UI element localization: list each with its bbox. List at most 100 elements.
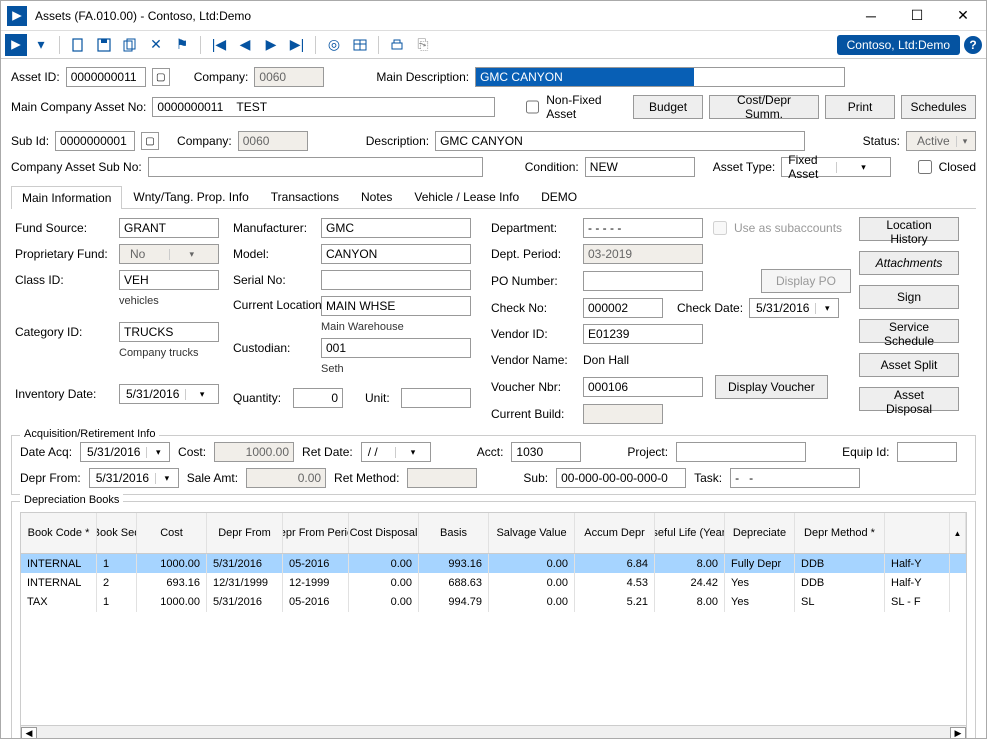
run-dropdown[interactable]: ▾ (29, 34, 53, 56)
new-icon[interactable] (66, 34, 90, 56)
target-icon[interactable]: ◎ (322, 34, 346, 56)
help-icon[interactable]: ? (964, 36, 982, 54)
prop-fund-select[interactable]: No▾ (119, 244, 219, 264)
depr-from-input[interactable]: 5/31/2016▾ (89, 468, 179, 488)
tab-demo[interactable]: DEMO (530, 185, 588, 208)
model-input[interactable] (321, 244, 471, 264)
delete-icon[interactable]: ✕ (144, 34, 168, 56)
table-row[interactable]: TAX11000.005/31/201605-20160.00994.790.0… (21, 592, 966, 611)
budget-button[interactable]: Budget (633, 95, 703, 119)
col-depr-from[interactable]: Depr From (207, 513, 283, 553)
location-history-button[interactable]: Location History (859, 217, 959, 241)
save-icon[interactable] (92, 34, 116, 56)
col-depr-method[interactable]: Depr Method * (795, 513, 885, 553)
dept-period-input (583, 244, 703, 264)
attachments-button[interactable]: Attachments (859, 251, 959, 275)
scroll-left-icon[interactable]: ◀ (21, 727, 37, 738)
closed-checkbox[interactable]: Closed (914, 157, 976, 177)
project-input[interactable] (676, 442, 806, 462)
task-input[interactable] (730, 468, 860, 488)
table-row[interactable]: INTERNAL11000.005/31/201605-20160.00993.… (21, 554, 966, 573)
asset-split-button[interactable]: Asset Split (859, 353, 959, 377)
tab-vehicle-lease[interactable]: Vehicle / Lease Info (403, 185, 530, 208)
date-acq-input[interactable]: 5/31/2016▾ (80, 442, 170, 462)
current-location-input[interactable] (321, 296, 471, 316)
asset-id-input[interactable] (66, 67, 146, 87)
col-depreciate[interactable]: Depreciate (725, 513, 795, 553)
tab-transactions[interactable]: Transactions (260, 185, 350, 208)
col-basis[interactable]: Basis (419, 513, 489, 553)
last-record-icon[interactable]: ▶| (285, 34, 309, 56)
maximize-button[interactable]: ☐ (894, 1, 940, 30)
sub-desc-input[interactable] (435, 131, 805, 151)
sub-acct-input[interactable] (556, 468, 686, 488)
col-depr-from-period[interactable]: Depr From Period (283, 513, 349, 553)
quantity-input[interactable] (293, 388, 343, 408)
acct-input[interactable] (511, 442, 581, 462)
cell-book_seq: 2 (97, 573, 137, 593)
run-button[interactable] (5, 34, 27, 56)
category-id-input[interactable] (119, 322, 219, 342)
display-voucher-button[interactable]: Display Voucher (715, 375, 828, 399)
grid-hscroll[interactable]: ◀ ▶ (21, 725, 966, 738)
grid-body[interactable]: INTERNAL11000.005/31/201605-20160.00993.… (21, 554, 966, 725)
grid-icon[interactable] (348, 34, 372, 56)
class-id-input[interactable] (119, 270, 219, 290)
cost-depr-summ-button[interactable]: Cost/Depr Summ. (709, 95, 819, 119)
col-salvage[interactable]: Salvage Value (489, 513, 575, 553)
sub-id-input[interactable] (55, 131, 135, 151)
department-input[interactable] (583, 218, 703, 238)
copy-icon[interactable] (118, 34, 142, 56)
flag-icon[interactable]: ⚑ (170, 34, 194, 56)
inventory-date-input[interactable]: 5/31/2016▾ (119, 384, 219, 404)
tab-notes[interactable]: Notes (350, 185, 403, 208)
scroll-right-icon[interactable]: ▶ (950, 727, 966, 738)
first-record-icon[interactable]: |◀ (207, 34, 231, 56)
unit-input[interactable] (401, 388, 471, 408)
print-icon[interactable] (385, 34, 409, 56)
condition-input[interactable] (585, 157, 695, 177)
company-pill[interactable]: Contoso, Ltd:Demo (837, 35, 960, 55)
custodian-input[interactable] (321, 338, 471, 358)
sign-button[interactable]: Sign (859, 285, 959, 309)
tab-main-information[interactable]: Main Information (11, 186, 122, 209)
col-book-code[interactable]: Book Code * (21, 513, 97, 553)
asset-disposal-button[interactable]: Asset Disposal (859, 387, 959, 411)
check-date-input[interactable]: 5/31/2016▾ (749, 298, 839, 318)
serial-input[interactable] (321, 270, 471, 290)
export-icon[interactable]: ⎘ (411, 34, 435, 56)
col-cost-disposal[interactable]: Cost Disposal (349, 513, 419, 553)
fund-source-input[interactable] (119, 218, 219, 238)
col-book-seq[interactable]: Book Seq (97, 513, 137, 553)
col-extra[interactable] (885, 513, 950, 553)
table-row[interactable]: INTERNAL2693.1612/31/199912-19990.00688.… (21, 573, 966, 592)
service-schedule-button[interactable]: Service Schedule (859, 319, 959, 343)
col-cost[interactable]: Cost (137, 513, 207, 553)
voucher-nbr-input[interactable] (583, 377, 703, 397)
schedules-button[interactable]: Schedules (901, 95, 976, 119)
manufacturer-input[interactable] (321, 218, 471, 238)
main-co-asset-input[interactable] (152, 97, 494, 117)
grid-vscroll[interactable]: ▲ (950, 513, 966, 553)
close-button[interactable]: ✕ (940, 1, 986, 30)
tab-wnty-tang[interactable]: Wnty/Tang. Prop. Info (122, 185, 259, 208)
asset-type-select[interactable]: Fixed Asset▾ (781, 157, 891, 177)
prev-record-icon[interactable]: ◀ (233, 34, 257, 56)
col-accum[interactable]: Accum Depr (575, 513, 655, 553)
ret-date-input[interactable]: / /▾ (361, 442, 431, 462)
asset-id-lookup-icon[interactable]: ▢ (152, 68, 170, 86)
company-input (254, 67, 324, 87)
vendor-id-input[interactable] (583, 324, 703, 344)
col-useful[interactable]: Useful Life (Years) (655, 513, 725, 553)
next-record-icon[interactable]: ▶ (259, 34, 283, 56)
equip-id-input[interactable] (897, 442, 957, 462)
print-button[interactable]: Print (825, 95, 895, 119)
non-fixed-asset-checkbox[interactable]: Non-Fixed Asset (522, 93, 621, 121)
sub-id-lookup-icon[interactable]: ▢ (141, 132, 159, 150)
depr-from-label: Depr From: (20, 471, 81, 485)
cell-salvage: 0.00 (489, 592, 575, 612)
minimize-button[interactable]: ─ (848, 1, 894, 30)
check-no-input[interactable] (583, 298, 663, 318)
co-asset-sub-input[interactable] (148, 157, 483, 177)
po-number-input[interactable] (583, 271, 703, 291)
